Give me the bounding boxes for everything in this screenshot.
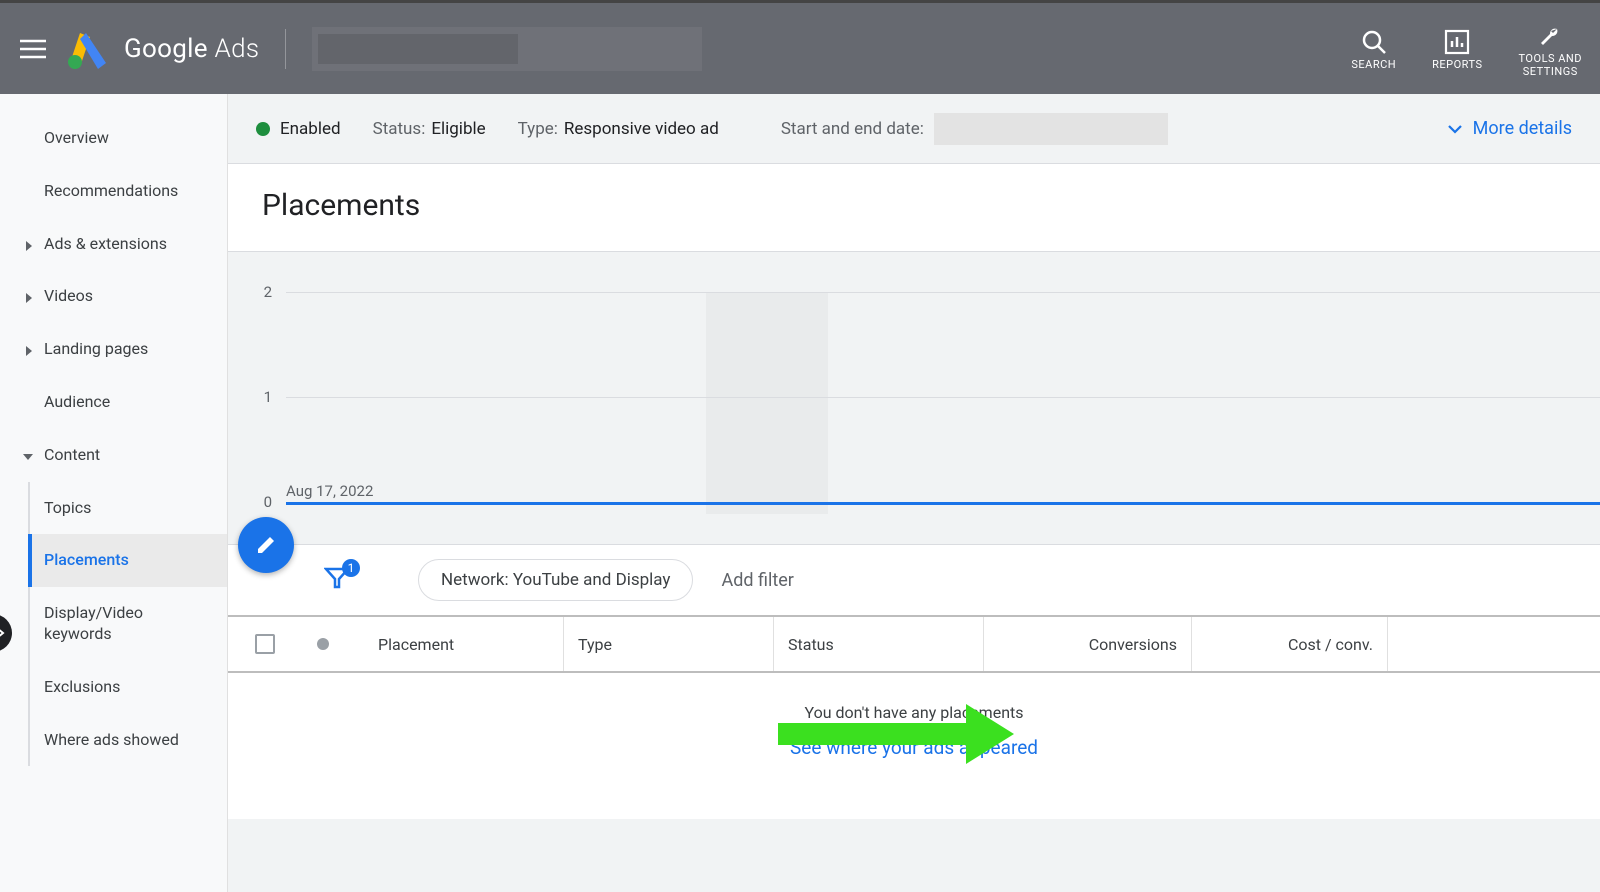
pencil-icon — [255, 534, 277, 556]
gridline — [286, 292, 1600, 293]
sidebar-item-placements[interactable]: Placements — [28, 534, 227, 587]
col-conversions[interactable]: Conversions — [984, 617, 1192, 671]
logo[interactable]: Google Ads — [66, 29, 259, 69]
status-eligibility: Status: Eligible — [373, 119, 486, 139]
ytick: 1 — [264, 388, 272, 406]
wrench-icon — [1537, 19, 1563, 53]
divider — [285, 29, 286, 69]
sidebar-item-topics[interactable]: Topics — [30, 482, 227, 535]
chevron-down-icon — [1447, 121, 1463, 137]
status-dot-icon — [256, 122, 270, 136]
main-area: Overview Recommendations Ads & extension… — [0, 94, 1600, 892]
col-placement[interactable]: Placement — [344, 617, 564, 671]
empty-message: You don't have any placements — [228, 703, 1600, 722]
account-selector-redacted[interactable] — [312, 27, 702, 71]
filter-bar: 1 Network: YouTube and Display Add filte… — [228, 544, 1600, 615]
ytick: 2 — [264, 283, 272, 301]
more-details-button[interactable]: More details — [1447, 118, 1572, 139]
search-label: SEARCH — [1351, 59, 1396, 71]
ytick: 0 — [264, 493, 272, 511]
sidebar-item-ads-extensions[interactable]: Ads & extensions — [0, 218, 227, 271]
sidebar-item-landing-pages[interactable]: Landing pages — [0, 323, 227, 376]
table-header: Placement Type Status Conversions Cost /… — [228, 615, 1600, 673]
col-cost-per-conv[interactable]: Cost / conv. — [1192, 617, 1388, 671]
sidebar: Overview Recommendations Ads & extension… — [0, 94, 228, 892]
reports-label: REPORTS — [1432, 59, 1482, 71]
col-type[interactable]: Type — [564, 617, 774, 671]
sidebar-item-where-ads-showed[interactable]: Where ads showed — [30, 714, 227, 767]
chart-x-start-label: Aug 17, 2022 — [286, 482, 373, 500]
chart-x-axis — [286, 502, 1600, 505]
reports-button[interactable]: REPORTS — [1414, 25, 1500, 71]
menu-icon[interactable] — [20, 39, 46, 59]
google-ads-logo-icon — [66, 29, 110, 69]
logo-text: Google Ads — [124, 34, 259, 64]
page-title: Placements — [228, 164, 1600, 252]
status-type: Type: Responsive video ad — [518, 119, 719, 139]
reports-icon — [1444, 25, 1470, 59]
content: Enabled Status: Eligible Type: Responsiv… — [228, 94, 1600, 892]
top-actions: SEARCH REPORTS TOOLS AND SETTINGS — [1333, 3, 1600, 94]
sidebar-item-content[interactable]: Content — [0, 429, 227, 482]
sidebar-content-submenu: Topics Placements Display/Video keywords… — [28, 482, 227, 767]
add-placement-fab[interactable] — [238, 517, 294, 573]
status-enabled: Enabled — [256, 119, 341, 139]
sidebar-item-audience[interactable]: Audience — [0, 376, 227, 429]
tools-label: TOOLS AND SETTINGS — [1519, 53, 1582, 77]
sidebar-item-videos[interactable]: Videos — [0, 270, 227, 323]
date-redacted — [934, 113, 1168, 145]
enabled-label: Enabled — [280, 119, 341, 139]
select-all-checkbox[interactable] — [228, 617, 302, 671]
status-date: Start and end date: — [781, 113, 1168, 145]
filter-badge: 1 — [342, 559, 360, 577]
empty-state: You don't have any placements See where … — [228, 673, 1600, 819]
chart-hover-band — [706, 292, 828, 514]
status-bar: Enabled Status: Eligible Type: Responsiv… — [228, 94, 1600, 164]
search-icon — [1361, 25, 1387, 59]
sidebar-item-display-video-keywords[interactable]: Display/Video keywords — [30, 587, 227, 661]
gridline — [286, 397, 1600, 398]
chart: 2 1 0 Aug 17, 2022 — [228, 252, 1600, 544]
filter-chip-network[interactable]: Network: YouTube and Display — [418, 559, 693, 601]
add-filter-button[interactable]: Add filter — [721, 570, 793, 591]
col-status[interactable]: Status — [774, 617, 984, 671]
sidebar-item-recommendations[interactable]: Recommendations — [0, 165, 227, 218]
col-extra — [1388, 617, 1600, 671]
sidebar-item-overview[interactable]: Overview — [0, 112, 227, 165]
tools-settings-button[interactable]: TOOLS AND SETTINGS — [1501, 19, 1600, 77]
chart-plot: 2 1 0 — [286, 292, 1600, 502]
top-app-bar: Google Ads SEARCH REPORTS TOOLS AND SETT… — [0, 0, 1600, 94]
sidebar-expand-button[interactable] — [0, 614, 12, 652]
search-button[interactable]: SEARCH — [1333, 25, 1414, 71]
status-dot-column — [302, 617, 344, 671]
sidebar-item-exclusions[interactable]: Exclusions — [30, 661, 227, 714]
filter-button[interactable]: 1 — [324, 565, 350, 595]
